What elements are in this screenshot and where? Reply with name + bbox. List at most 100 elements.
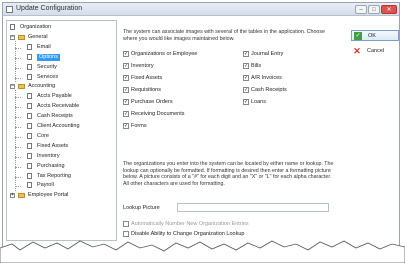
tree-item-security[interactable]: Security — [7, 63, 115, 72]
checkbox-box[interactable] — [123, 51, 129, 57]
lookup-description: The organizations you enter into the sys… — [123, 161, 334, 187]
checkbox-label: A/R Invoices — [251, 75, 282, 81]
document-icon — [27, 152, 32, 159]
checkbox-label: Organizations or Employee — [131, 51, 198, 57]
document-icon — [27, 123, 32, 129]
tree-item-accts-payable[interactable]: Accts Payable — [7, 93, 115, 101]
lookup-picture-input[interactable] — [177, 203, 329, 212]
folder-icon — [18, 84, 25, 90]
tree-item-label: Organization — [20, 24, 52, 30]
tree-item-label: Core — [37, 132, 49, 139]
checkbox-label: Journal Entry — [251, 51, 284, 57]
checkbox-label: Inventory — [131, 63, 154, 69]
tree-item-client-accounting[interactable]: Client Accounting — [7, 123, 115, 131]
document-icon — [27, 63, 32, 70]
ok-button[interactable]: ✓ OK — [351, 30, 399, 41]
checkbox-box[interactable] — [243, 51, 249, 57]
tree-guide-line — [15, 40, 16, 83]
tree-item-general[interactable]: – General — [7, 34, 115, 42]
tree-item-accts-receivable[interactable]: Accts Receivable — [7, 103, 115, 111]
checkbox-box[interactable] — [243, 75, 249, 81]
navigation-tree[interactable]: Organization – General Email Options Security… — [6, 20, 117, 241]
window-title: Update Configuration — [16, 5, 83, 12]
cancel-x-icon: ✕ — [353, 46, 361, 56]
auto-number-label: Automatically Number New Organization En… — [131, 221, 249, 227]
tree-item-purchasing[interactable]: Purchasing — [7, 162, 115, 171]
checkbox-label: Fixed Assets — [131, 75, 163, 81]
document-icon — [27, 93, 32, 100]
tree-item-cash-receipts[interactable]: Cash Receipts — [7, 113, 115, 121]
tree-item-organization[interactable]: Organization — [7, 24, 115, 32]
tree-item-label: Security — [37, 63, 57, 70]
tree-item-tax-reporting[interactable]: Tax Reporting — [7, 172, 115, 181]
document-icon — [27, 182, 32, 189]
checkbox-label: Receiving Documents — [131, 111, 185, 117]
tree-item-employee-portal[interactable]: + Employee Portal — [7, 192, 115, 200]
folder-icon — [18, 193, 25, 199]
intro-text: The system can associate images with sev… — [123, 29, 325, 42]
document-icon — [27, 103, 32, 110]
checkbox-box[interactable] — [243, 87, 249, 93]
cancel-button[interactable]: ✕ Cancel — [351, 46, 399, 57]
tree-item-label: Employee Portal — [28, 192, 69, 199]
cancel-label: Cancel — [367, 48, 385, 54]
checkbox-box[interactable] — [123, 99, 129, 105]
lookup-picture-label: Lookup Picture — [123, 205, 160, 211]
document-icon — [27, 132, 32, 139]
tree-item-label: Client Accounting — [37, 123, 80, 129]
tree-item-options[interactable]: Options — [7, 53, 115, 62]
checkbox-label: Forms — [131, 123, 147, 129]
ok-label: OK — [368, 33, 376, 39]
checkbox-label: Bills — [251, 63, 262, 69]
tree-guide-line — [15, 90, 16, 192]
document-icon — [27, 53, 32, 60]
document-icon — [27, 73, 32, 80]
tree-item-label: Purchasing — [37, 162, 65, 169]
checkbox-box[interactable] — [243, 63, 249, 69]
collapse-icon[interactable]: – — [10, 84, 15, 90]
tree-item-payroll[interactable]: Payroll — [7, 182, 115, 190]
checkbox-box[interactable] — [123, 87, 129, 93]
tree-item-label: Payroll — [37, 182, 54, 189]
tree-item-fixed-assets[interactable]: Fixed Assets — [7, 142, 115, 151]
checkbox-box[interactable] — [123, 63, 129, 69]
tree-item-label: Tax Reporting — [37, 172, 71, 179]
checkbox-label: Purchase Orders — [131, 99, 173, 105]
app-icon — [6, 6, 13, 13]
tree-item-label: Cash Receipts — [37, 113, 73, 120]
folder-icon — [18, 34, 25, 40]
tree-item-accounting[interactable]: – Accounting — [7, 83, 115, 91]
minimize-button[interactable]: – — [355, 5, 367, 14]
checkbox-label: Cash Receipts — [251, 87, 287, 93]
close-button[interactable]: ✕ — [381, 5, 397, 14]
tree-item-label: Email — [37, 43, 51, 50]
tree-item-label: Accounting — [28, 83, 56, 90]
options-panel: The system can associate images with sev… — [121, 20, 343, 241]
tree-item-email[interactable]: Email — [7, 43, 115, 52]
tree-item-label: Accts Receivable — [37, 103, 80, 110]
checkbox-box[interactable] — [123, 75, 129, 81]
tree-item-services[interactable]: Services — [7, 73, 115, 82]
document-icon — [27, 142, 32, 149]
tree-item-label: General — [28, 33, 48, 40]
checkbox-box[interactable] — [123, 123, 129, 129]
collapse-icon[interactable]: – — [10, 34, 15, 40]
expand-icon[interactable]: + — [10, 193, 15, 199]
tree-item-label: Services — [37, 73, 59, 80]
tree-item-inventory[interactable]: Inventory — [7, 152, 115, 161]
checkbox-label: Requisitions — [131, 87, 161, 93]
tree-item-label: Fixed Assets — [37, 142, 69, 149]
checkmark-icon: ✓ — [354, 32, 362, 40]
tree-item-core[interactable]: Core — [7, 132, 115, 141]
auto-number-box — [123, 221, 129, 227]
document-icon — [27, 113, 32, 120]
checkbox-box[interactable] — [243, 99, 249, 105]
document-icon — [27, 43, 32, 50]
tree-item-label: Inventory — [37, 152, 60, 159]
checkbox-box[interactable] — [123, 111, 129, 117]
maximize-button[interactable]: □ — [368, 5, 380, 14]
torn-edge-decoration — [0, 240, 405, 263]
document-icon — [27, 162, 32, 169]
document-icon — [27, 172, 32, 179]
tree-item-label: Options — [37, 53, 60, 61]
